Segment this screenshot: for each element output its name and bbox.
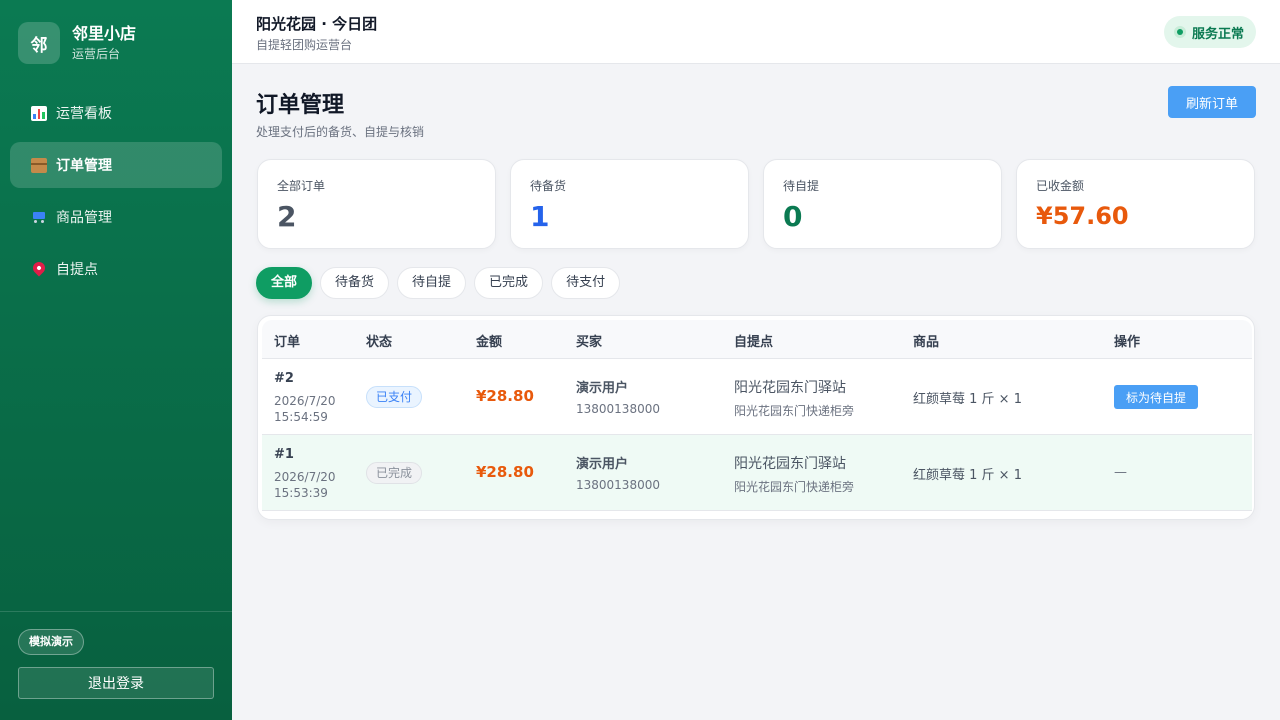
buyer-name: 演示用户 <box>576 457 629 472</box>
order-date: 2026/7/20 <box>274 394 336 408</box>
store-title: 阳光花园 · 今日团 <box>256 15 378 33</box>
sidebar-item-orders[interactable]: 订单管理 <box>10 142 222 188</box>
order-time: 2026/7/20 15:54:59 <box>274 393 354 425</box>
no-action-placeholder: — <box>1114 465 1127 480</box>
sidebar-item-label: 自提点 <box>56 262 98 278</box>
brand-name: 邻里小店 <box>72 24 137 43</box>
status-badge: 已支付 <box>366 386 423 408</box>
pickup-point-detail: 阳光花园东门快递柜旁 <box>734 404 855 418</box>
buyer-phone: 13800138000 <box>576 402 660 416</box>
order-amount: ¥28.80 <box>476 463 534 481</box>
stat-card-to-prepare: 待备货 1 <box>510 159 749 249</box>
order-goods: 红颜草莓 1 斤 × 1 <box>913 468 1022 483</box>
demo-mode-badge: 模拟演示 <box>18 629 84 655</box>
stat-label: 待备货 <box>530 179 567 193</box>
order-number: #2 <box>274 371 294 386</box>
stat-card-to-pickup: 待自提 0 <box>763 159 1002 249</box>
orders-table: 订单 状态 金额 买家 自提点 商品 操作 #2 2026/7/20 15:54… <box>257 315 1255 520</box>
sidebar-item-pickup-points[interactable]: 自提点 <box>10 246 222 292</box>
filter-to-prepare[interactable]: 待备货 <box>320 267 390 299</box>
package-icon <box>30 156 48 174</box>
stat-label: 全部订单 <box>277 179 326 193</box>
order-time: 2026/7/20 15:53:39 <box>274 469 354 501</box>
column-header-pickup-point: 自提点 <box>734 335 774 350</box>
sidebar: 邻 邻里小店 运营后台 运营看板 订单管理 商品管理 自提点 模拟演示 退出登录 <box>0 0 232 720</box>
brand: 邻 邻里小店 运营后台 <box>18 22 136 64</box>
location-pin-icon <box>30 259 48 278</box>
pickup-point-name: 阳光花园东门驿站 <box>734 380 846 396</box>
brand-subtitle: 运营后台 <box>72 47 121 61</box>
stat-card-received-amount: 已收金额 ¥57.60 <box>1016 159 1255 249</box>
order-clock: 15:53:39 <box>274 486 328 500</box>
sidebar-item-label: 订单管理 <box>56 158 112 174</box>
stat-value: 1 <box>530 200 550 233</box>
pickup-point-name: 阳光花园东门驿站 <box>734 456 846 472</box>
table-row: #2 2026/7/20 15:54:59 已支付 ¥28.80 演示用户 13… <box>262 359 1252 435</box>
status-dot-icon <box>1173 26 1186 38</box>
column-header-order: 订单 <box>274 335 301 350</box>
table-row: #1 2026/7/20 15:53:39 已完成 ¥28.80 演示用户 13… <box>262 435 1252 511</box>
order-filter-tabs: 全部 待备货 待自提 已完成 待支付 <box>256 267 621 299</box>
bar-chart-icon <box>30 104 48 122</box>
filter-to-pickup[interactable]: 待自提 <box>397 267 467 299</box>
table-header-row: 订单 状态 金额 买家 自提点 商品 操作 <box>262 320 1252 359</box>
page-title: 订单管理 <box>256 93 345 118</box>
sidebar-item-dashboard[interactable]: 运营看板 <box>10 90 222 136</box>
column-header-buyer: 买家 <box>576 335 603 350</box>
sidebar-nav: 运营看板 订单管理 商品管理 自提点 <box>10 90 222 298</box>
filter-completed[interactable]: 已完成 <box>474 267 544 299</box>
column-header-amount: 金额 <box>476 335 503 350</box>
order-goods: 红颜草莓 1 斤 × 1 <box>913 392 1022 407</box>
stat-label: 已收金额 <box>1036 179 1085 193</box>
stat-card-all-orders: 全部订单 2 <box>257 159 496 249</box>
sidebar-item-label: 运营看板 <box>56 106 112 122</box>
order-date: 2026/7/20 <box>274 470 336 484</box>
column-header-goods: 商品 <box>913 335 940 350</box>
sidebar-footer: 模拟演示 退出登录 <box>0 611 232 720</box>
buyer-phone: 13800138000 <box>576 478 660 492</box>
order-amount: ¥28.80 <box>476 387 534 405</box>
refresh-orders-button[interactable]: 刷新订单 <box>1168 86 1256 118</box>
page-subtitle: 处理支付后的备货、自提与核销 <box>256 125 425 139</box>
sidebar-item-products[interactable]: 商品管理 <box>10 194 222 240</box>
column-header-action: 操作 <box>1114 335 1141 350</box>
shopping-cart-icon <box>30 208 48 226</box>
top-header: 阳光花园 · 今日团 自提轻团购运营台 服务正常 <box>232 0 1280 64</box>
status-badge: 已完成 <box>366 462 423 484</box>
logout-button[interactable]: 退出登录 <box>18 667 214 699</box>
store-subtitle: 自提轻团购运营台 <box>256 38 353 52</box>
mark-ready-for-pickup-button[interactable]: 标为待自提 <box>1114 385 1199 409</box>
column-header-status: 状态 <box>366 335 393 350</box>
stat-value: 0 <box>783 200 803 233</box>
filter-all[interactable]: 全部 <box>256 267 313 299</box>
order-clock: 15:54:59 <box>274 410 328 424</box>
stat-value: 2 <box>277 200 297 233</box>
buyer-name: 演示用户 <box>576 381 629 396</box>
stat-label: 待自提 <box>783 179 820 193</box>
service-status-text: 服务正常 <box>1191 26 1244 42</box>
pickup-point-detail: 阳光花园东门快递柜旁 <box>734 480 855 494</box>
filter-unpaid[interactable]: 待支付 <box>551 267 621 299</box>
service-status-badge: 服务正常 <box>1163 16 1256 48</box>
stat-value: ¥57.60 <box>1036 202 1129 230</box>
sidebar-item-label: 商品管理 <box>56 210 112 226</box>
brand-logo: 邻 <box>18 22 60 64</box>
order-number: #1 <box>274 447 294 462</box>
